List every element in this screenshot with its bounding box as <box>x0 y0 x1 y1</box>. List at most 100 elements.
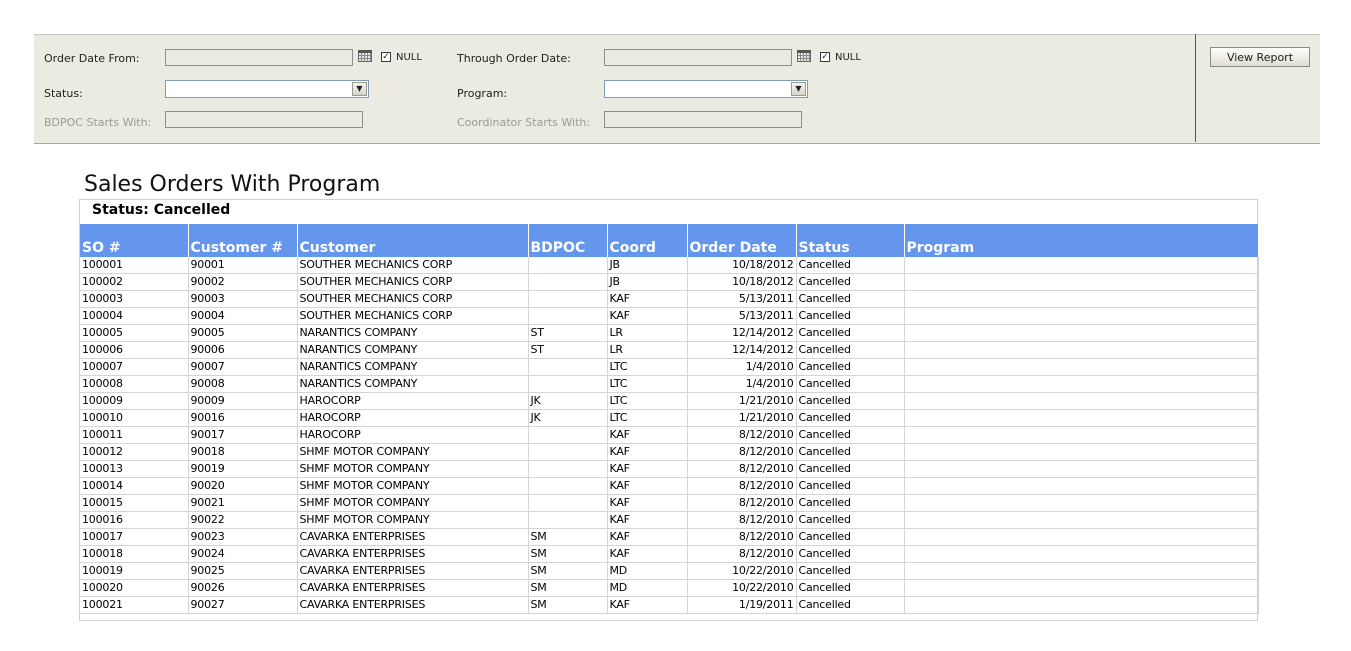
customer-number-cell: 90003 <box>188 290 298 308</box>
coord-cell: KAF <box>607 426 688 444</box>
coord-cell: LTC <box>607 409 688 427</box>
column-header-program[interactable]: Program <box>904 240 1259 257</box>
so-number-cell: 100010 <box>80 409 189 427</box>
column-header-bdpoc[interactable]: BDPOC <box>528 240 608 257</box>
program-cell <box>904 409 1259 427</box>
customer-number-cell: 90025 <box>188 562 298 580</box>
coord-cell: LTC <box>607 375 688 393</box>
calendar-icon[interactable] <box>797 50 811 62</box>
report-title: Sales Orders With Program <box>84 172 381 197</box>
view-report-button[interactable]: View Report <box>1210 47 1310 67</box>
program-select[interactable]: ▼ <box>604 80 808 98</box>
status-cell: Cancelled <box>796 290 905 308</box>
table-row: 100010 90016 HAROCORP JK LTC 1/21/2010 Cancell… <box>80 409 1259 427</box>
coord-cell: KAF <box>607 494 688 512</box>
customer-number-cell: 90009 <box>188 392 298 410</box>
status-cell: Cancelled <box>796 307 905 325</box>
program-cell <box>904 596 1259 614</box>
customer-number-cell: 90008 <box>188 375 298 393</box>
bdpoc-cell <box>528 375 608 393</box>
program-cell <box>904 460 1259 478</box>
customer-cell: CAVARKA ENTERPRISES <box>297 596 529 614</box>
status-cell: Cancelled <box>796 426 905 444</box>
through-order-date-input[interactable] <box>604 49 792 66</box>
program-cell <box>904 392 1259 410</box>
column-header-order-date[interactable]: Order Date <box>687 240 797 257</box>
so-number-cell: 100004 <box>80 307 189 325</box>
customer-number-cell: 90024 <box>188 545 298 563</box>
table-row: 100007 90007 NARANTICS COMPANY LTC 1/4/2010 C… <box>80 358 1259 376</box>
so-number-cell: 100021 <box>80 596 189 614</box>
so-number-cell: 100006 <box>80 341 189 359</box>
so-number-cell: 100014 <box>80 477 189 495</box>
order-date-from-null-label: NULL <box>396 52 422 63</box>
customer-cell: CAVARKA ENTERPRISES <box>297 562 529 580</box>
table-header-spacer <box>80 224 1259 240</box>
customer-number-cell: 90006 <box>188 341 298 359</box>
status-cell: Cancelled <box>796 409 905 427</box>
program-cell <box>904 273 1259 291</box>
through-order-date-null-label: NULL <box>835 52 861 63</box>
order-date-cell: 8/12/2010 <box>687 494 797 512</box>
order-date-cell: 8/12/2010 <box>687 460 797 478</box>
coord-cell: JB <box>607 273 688 291</box>
coord-cell: LR <box>607 324 688 342</box>
customer-cell: NARANTICS COMPANY <box>297 341 529 359</box>
column-header-coord[interactable]: Coord <box>607 240 688 257</box>
order-date-cell: 1/21/2010 <box>687 409 797 427</box>
order-date-cell: 10/18/2012 <box>687 273 797 291</box>
customer-cell: NARANTICS COMPANY <box>297 375 529 393</box>
table-row: 100002 90002 SOUTHER MECHANICS CORP JB 10/18… <box>80 273 1259 291</box>
program-cell <box>904 341 1259 359</box>
bdpoc-cell <box>528 477 608 495</box>
customer-cell: CAVARKA ENTERPRISES <box>297 545 529 563</box>
bdpoc-cell: JK <box>528 409 608 427</box>
status-cell: Cancelled <box>796 358 905 376</box>
column-header-status[interactable]: Status <box>796 240 905 257</box>
program-label: Program: <box>457 87 508 100</box>
order-date-from-null-checkbox[interactable]: ✓ <box>381 52 391 62</box>
order-date-cell: 12/14/2012 <box>687 324 797 342</box>
program-cell <box>904 426 1259 444</box>
table-row: 100017 90023 CAVARKA ENTERPRISES SM KAF 8/12/… <box>80 528 1259 546</box>
status-select[interactable]: ▼ <box>165 80 369 98</box>
through-order-date-null-checkbox[interactable]: ✓ <box>820 52 830 62</box>
status-cell: Cancelled <box>796 511 905 529</box>
program-cell <box>904 545 1259 563</box>
order-date-cell: 8/12/2010 <box>687 545 797 563</box>
column-header-so-number[interactable]: SO # <box>80 240 189 257</box>
customer-cell: HAROCORP <box>297 409 529 427</box>
column-header-customer-number[interactable]: Customer # <box>188 240 298 257</box>
customer-number-cell: 90018 <box>188 443 298 461</box>
so-number-cell: 100019 <box>80 562 189 580</box>
status-cell: Cancelled <box>796 528 905 546</box>
status-label: Status: <box>44 87 83 100</box>
program-cell <box>904 562 1259 580</box>
so-number-cell: 100008 <box>80 375 189 393</box>
customer-number-cell: 90021 <box>188 494 298 512</box>
chevron-down-icon[interactable]: ▼ <box>791 82 806 96</box>
order-date-from-input[interactable] <box>165 49 353 66</box>
table-row: 100011 90017 HAROCORP KAF 8/12/2010 Cancelled <box>80 426 1259 444</box>
chevron-down-icon[interactable]: ▼ <box>352 82 367 96</box>
column-header-customer[interactable]: Customer <box>297 240 529 257</box>
coordinator-starts-with-input[interactable] <box>604 111 802 128</box>
status-cell: Cancelled <box>796 460 905 478</box>
bdpoc-cell <box>528 257 608 274</box>
customer-number-cell: 90027 <box>188 596 298 614</box>
customer-cell: SOUTHER MECHANICS CORP <box>297 307 529 325</box>
table-body: 100001 90001 SOUTHER MECHANICS CORP JB 10/18… <box>80 257 1259 614</box>
bdpoc-starts-with-input[interactable] <box>165 111 363 128</box>
bdpoc-cell: SM <box>528 545 608 563</box>
table-row: 100020 90026 CAVARKA ENTERPRISES SM MD 10/22/… <box>80 579 1259 597</box>
so-number-cell: 100002 <box>80 273 189 291</box>
customer-number-cell: 90026 <box>188 579 298 597</box>
calendar-icon[interactable] <box>358 50 372 62</box>
status-cell: Cancelled <box>796 477 905 495</box>
coord-cell: KAF <box>607 528 688 546</box>
customer-number-cell: 90002 <box>188 273 298 291</box>
coord-cell: LTC <box>607 392 688 410</box>
program-cell <box>904 494 1259 512</box>
bdpoc-cell: ST <box>528 324 608 342</box>
bdpoc-cell <box>528 273 608 291</box>
